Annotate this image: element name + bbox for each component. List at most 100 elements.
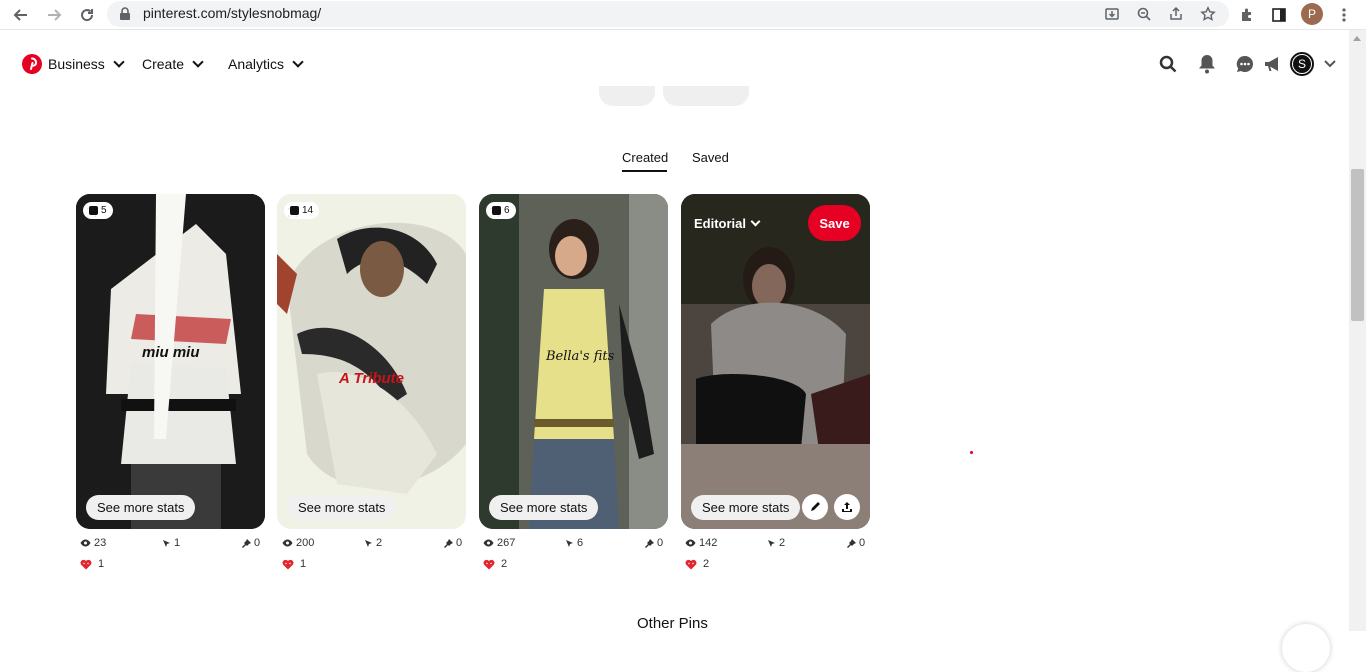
pages-count: 6 (504, 205, 510, 216)
saves-stat: 0 (242, 537, 260, 549)
browser-profile-avatar[interactable]: P (1301, 3, 1323, 25)
eye-icon (685, 539, 696, 547)
profile-action-pill[interactable] (663, 86, 749, 106)
see-more-stats-button[interactable]: See more stats (86, 495, 196, 520)
see-more-stats-button[interactable]: See more stats (287, 495, 397, 520)
pages-badge: 14 (284, 202, 320, 219)
clicks-count: 1 (174, 537, 181, 549)
saves-count: 0 (254, 537, 261, 549)
account-chevron-down-icon[interactable] (1318, 52, 1342, 76)
page-scrollbar[interactable] (1349, 30, 1366, 631)
extensions-icon[interactable] (1236, 4, 1258, 26)
pin-card[interactable]: 5 miu miu See more stats (76, 194, 265, 529)
notifications-bell-icon[interactable] (1195, 52, 1219, 76)
pointer-click-icon (768, 539, 775, 547)
pin-card[interactable]: Editorial Save See more stats (681, 194, 870, 529)
reload-icon[interactable] (76, 4, 98, 26)
pointer-click-icon (566, 539, 573, 547)
account-avatar[interactable]: S (1290, 52, 1314, 76)
address-bar[interactable]: pinterest.com/stylesnobmag/ (107, 1, 1229, 27)
lock-icon[interactable] (115, 4, 135, 24)
megaphone-icon[interactable] (1261, 52, 1285, 76)
impressions-count: 142 (699, 537, 718, 549)
saves-count: 0 (657, 537, 664, 549)
pencil-icon (811, 502, 820, 511)
saves-count: 0 (859, 537, 866, 549)
pointer-click-icon (163, 539, 170, 547)
analytics-menu[interactable]: Analytics (228, 56, 304, 72)
zoom-icon[interactable] (1134, 4, 1154, 24)
pin-icon (444, 538, 453, 548)
reactions-count: 2 (501, 558, 508, 570)
reactions-stat: 1 (282, 558, 306, 570)
search-icon[interactable] (1156, 52, 1180, 76)
floating-help-button[interactable] (1282, 624, 1330, 672)
saves-count: 0 (456, 537, 463, 549)
impressions-stat: 267 (483, 537, 515, 549)
chevron-down-icon (292, 56, 304, 68)
pin-card[interactable]: 6 Bella's fits See more stats (479, 194, 668, 529)
see-more-stats-button[interactable]: See more stats (691, 495, 801, 520)
impressions-stat: 23 (80, 537, 106, 549)
impressions-count: 23 (94, 537, 107, 549)
pages-icon (492, 206, 501, 215)
scroll-up-arrow-icon[interactable] (1353, 36, 1361, 41)
hover-overlay (681, 194, 870, 529)
side-panel-icon[interactable] (1268, 4, 1290, 26)
pin-card[interactable]: 14 A Tribute See more stats (277, 194, 466, 529)
browser-menu-icon[interactable] (1333, 4, 1355, 26)
clicks-stat: 1 (162, 537, 180, 549)
messages-icon[interactable] (1233, 52, 1257, 76)
url-text[interactable]: pinterest.com/stylesnobmag/ (143, 5, 321, 21)
reactions-stat: 2 (483, 558, 507, 570)
account-initial: S (1292, 54, 1312, 74)
analytics-menu-label: Analytics (228, 56, 285, 72)
chevron-down-icon (750, 216, 761, 227)
back-arrow-icon[interactable] (10, 4, 32, 26)
board-select-label: Editorial (694, 216, 747, 231)
pin-overlay-text: A Tribute (339, 370, 405, 387)
tab-created-underline (622, 170, 667, 172)
business-menu[interactable]: Business (48, 56, 125, 72)
eye-icon (80, 539, 91, 547)
clicks-stat: 2 (767, 537, 785, 549)
pages-count: 5 (101, 205, 107, 216)
clicks-stat: 2 (364, 537, 382, 549)
chevron-down-icon (192, 56, 204, 68)
pin-stats-row: 23 1 0 (80, 537, 269, 551)
pinterest-logo-icon[interactable] (22, 54, 42, 74)
reactions-count: 1 (300, 558, 307, 570)
clicks-stat: 6 (565, 537, 583, 549)
pointer-click-icon (365, 539, 372, 547)
impressions-stat: 200 (282, 537, 314, 549)
reactions-stat: 2 (685, 558, 709, 570)
see-more-stats-button[interactable]: See more stats (489, 495, 599, 520)
pin-image (277, 194, 466, 529)
pin-stats-row: 142 2 0 (685, 537, 874, 551)
forward-arrow-icon[interactable] (43, 4, 65, 26)
heart-reaction-icon (80, 559, 92, 569)
board-select-dropdown[interactable]: Editorial (694, 216, 761, 231)
other-pins-heading: Other Pins (637, 615, 708, 632)
pin-icon (242, 538, 251, 548)
clicks-count: 2 (376, 537, 383, 549)
heart-reaction-icon (685, 559, 697, 569)
saves-stat: 0 (645, 537, 663, 549)
save-button[interactable]: Save (808, 205, 861, 241)
create-menu[interactable]: Create (142, 56, 204, 72)
pin-overlay-text: miu miu (142, 344, 200, 361)
install-app-icon[interactable] (1102, 4, 1122, 24)
profile-action-pill[interactable] (599, 86, 655, 106)
pages-icon (290, 206, 299, 215)
star-icon[interactable] (1198, 4, 1218, 24)
share-pin-button[interactable] (834, 494, 860, 520)
pin-stats-row: 267 6 0 (483, 537, 672, 551)
reactions-count: 2 (703, 558, 710, 570)
scroll-thumb[interactable] (1351, 169, 1364, 321)
edit-pin-button[interactable] (802, 494, 828, 520)
share-icon[interactable] (1166, 4, 1186, 24)
upload-share-icon (842, 502, 852, 512)
tab-created[interactable]: Created (622, 150, 668, 165)
impressions-count: 267 (497, 537, 516, 549)
tab-saved[interactable]: Saved (692, 150, 729, 165)
